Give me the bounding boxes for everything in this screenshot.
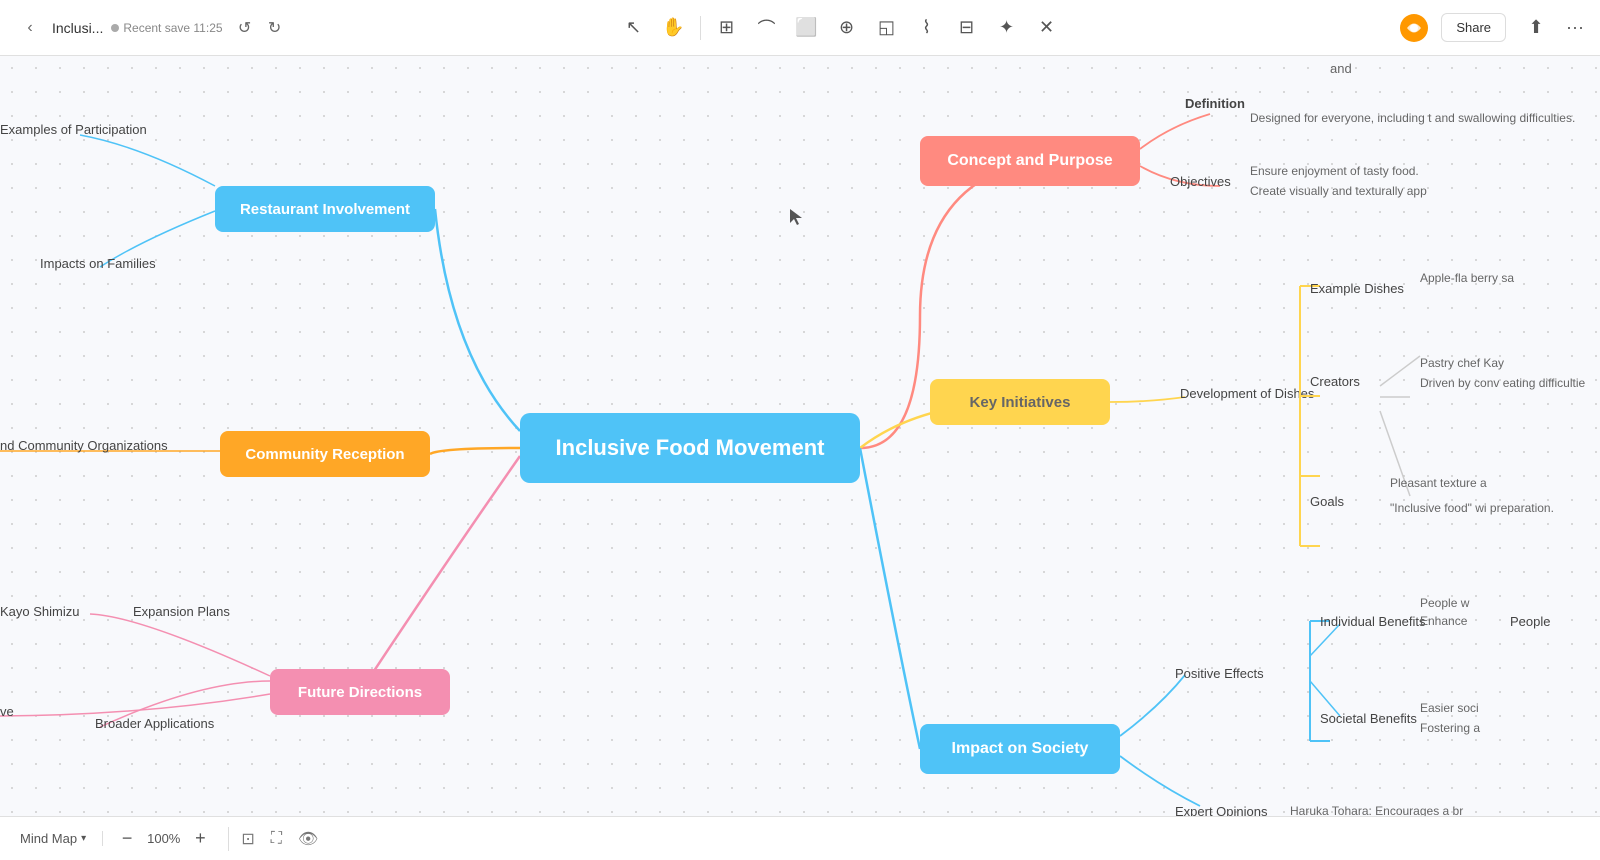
label-examples: Examples of Participation bbox=[0, 122, 147, 137]
label-societal-benefits: Societal Benefits bbox=[1320, 711, 1417, 726]
node-impact-label: Impact on Society bbox=[952, 740, 1089, 758]
sep1 bbox=[700, 16, 701, 40]
node-future[interactable]: Future Directions bbox=[270, 669, 450, 715]
tool-image[interactable]: ⊟ bbox=[949, 10, 985, 46]
label-nd-community: nd Community Organizations bbox=[0, 438, 168, 453]
node-community[interactable]: Community Reception bbox=[220, 431, 430, 477]
label-broader: Broader Applications bbox=[95, 716, 214, 731]
node-concept-label: Concept and Purpose bbox=[947, 152, 1112, 170]
label-example-dishes-text: Apple-fla berry sa bbox=[1420, 271, 1514, 285]
label-soc-text2: Fostering a bbox=[1420, 721, 1480, 735]
tool-frame[interactable]: ⊞ bbox=[709, 10, 745, 46]
toolbar-right: Share ⬆ ··· bbox=[1384, 10, 1584, 46]
tab-title: Inclusi... bbox=[52, 20, 103, 36]
label-example-dishes: Example Dishes bbox=[1310, 281, 1404, 296]
label-positive-effects: Positive Effects bbox=[1175, 666, 1264, 681]
label-obj-text1: Ensure enjoyment of tasty food. bbox=[1250, 164, 1419, 178]
toolbar: ‹ Inclusi... Recent save 11:25 ↺ ↻ ↖ ✋ ⊞… bbox=[0, 0, 1600, 56]
export-button[interactable]: ⬆ bbox=[1518, 10, 1554, 46]
label-creators: Creators bbox=[1310, 374, 1360, 389]
node-key[interactable]: Key Initiatives bbox=[930, 379, 1110, 425]
label-ve: ve bbox=[0, 704, 14, 719]
label-kayo: Kayo Shimizu bbox=[0, 604, 79, 619]
tool-pen[interactable]: ✕ bbox=[1029, 10, 1065, 46]
label-creators-text2: Driven by conv eating difficultie bbox=[1420, 376, 1585, 390]
toolbar-left: ‹ Inclusi... Recent save 11:25 ↺ ↻ bbox=[16, 14, 296, 42]
label-individual-benefits: Individual Benefits bbox=[1320, 614, 1426, 629]
node-concept[interactable]: Concept and Purpose bbox=[920, 136, 1140, 186]
node-impact[interactable]: Impact on Society bbox=[920, 724, 1120, 774]
label-definition-text: Designed for everyone, including t and s… bbox=[1250, 111, 1575, 125]
tool-move[interactable]: ✦ bbox=[989, 10, 1025, 46]
tool-add[interactable]: ⊕ bbox=[829, 10, 865, 46]
node-restaurant[interactable]: Restaurant Involvement bbox=[215, 186, 435, 232]
label-goals-text1: Pleasant texture a bbox=[1390, 476, 1487, 490]
node-future-label: Future Directions bbox=[298, 684, 422, 701]
label-definition: Definition bbox=[1185, 96, 1245, 111]
node-restaurant-label: Restaurant Involvement bbox=[240, 201, 410, 218]
eye-button[interactable]: 👁 bbox=[298, 829, 318, 849]
bottombar: Mind Map ▾ − 100% + ⊡ ⛶ 👁 bbox=[0, 816, 1600, 860]
fullscreen-button[interactable]: ⛶ bbox=[271, 830, 282, 848]
save-dot bbox=[111, 24, 119, 32]
tool-shape[interactable]: ◱ bbox=[869, 10, 905, 46]
zoom-out-button[interactable]: − bbox=[115, 827, 139, 851]
label-impacts-families: Impacts on Families bbox=[40, 256, 156, 271]
label-goals: Goals bbox=[1310, 494, 1344, 509]
tool-select[interactable]: ↖ bbox=[616, 10, 652, 46]
more-button[interactable]: ··· bbox=[1566, 17, 1584, 38]
label-expansion: Expansion Plans bbox=[133, 604, 230, 619]
label-creators-text1: Pastry chef Kay bbox=[1420, 356, 1504, 370]
app-icon bbox=[1399, 13, 1429, 43]
bottom-icons: ⊡ ⛶ 👁 bbox=[241, 829, 318, 849]
chevron-down-icon: ▾ bbox=[81, 833, 86, 844]
tool-sticky[interactable]: ⬜ bbox=[789, 10, 825, 46]
label-development: Development of Dishes bbox=[1180, 386, 1314, 401]
label-people: People bbox=[1510, 614, 1550, 629]
label-objectives: Objectives bbox=[1170, 174, 1231, 189]
toolbar-center: ↖ ✋ ⊞ ⌒ ⬜ ⊕ ◱ ⌇ ⊟ ✦ ✕ bbox=[304, 10, 1376, 46]
share-button[interactable]: Share bbox=[1441, 13, 1506, 42]
tool-connector[interactable]: ⌒ bbox=[749, 10, 785, 46]
label-soc-text1: Easier soci bbox=[1420, 701, 1479, 715]
node-key-label: Key Initiatives bbox=[970, 394, 1071, 411]
redo-button[interactable]: ↻ bbox=[261, 14, 289, 42]
node-main[interactable]: Inclusive Food Movement bbox=[520, 413, 860, 483]
back-button[interactable]: ‹ bbox=[16, 14, 44, 42]
node-main-label: Inclusive Food Movement bbox=[556, 435, 825, 461]
tool-hand[interactable]: ✋ bbox=[656, 10, 692, 46]
save-info: Recent save 11:25 bbox=[111, 21, 222, 35]
label-ind-text1: People w bbox=[1420, 596, 1469, 610]
map-type-label: Mind Map bbox=[20, 831, 77, 846]
save-label: Recent save 11:25 bbox=[123, 21, 222, 35]
undo-redo: ↺ ↻ bbox=[231, 14, 289, 42]
node-community-label: Community Reception bbox=[245, 446, 404, 463]
cursor bbox=[786, 207, 806, 232]
map-type-selector[interactable]: Mind Map ▾ bbox=[20, 831, 103, 846]
label-and: and bbox=[1330, 61, 1352, 76]
undo-button[interactable]: ↺ bbox=[231, 14, 259, 42]
fit-screen-button[interactable]: ⊡ bbox=[241, 829, 254, 849]
tool-line[interactable]: ⌇ bbox=[909, 10, 945, 46]
label-goals-text2: "Inclusive food" wi preparation. bbox=[1390, 501, 1554, 515]
canvas: Inclusive Food Movement Concept and Purp… bbox=[0, 56, 1600, 860]
zoom-controls: − 100% + bbox=[115, 827, 229, 851]
zoom-level: 100% bbox=[147, 831, 180, 846]
label-ind-text2: Enhance bbox=[1420, 614, 1467, 628]
label-obj-text2: Create visually and texturally app bbox=[1250, 184, 1427, 198]
zoom-in-button[interactable]: + bbox=[188, 827, 212, 851]
